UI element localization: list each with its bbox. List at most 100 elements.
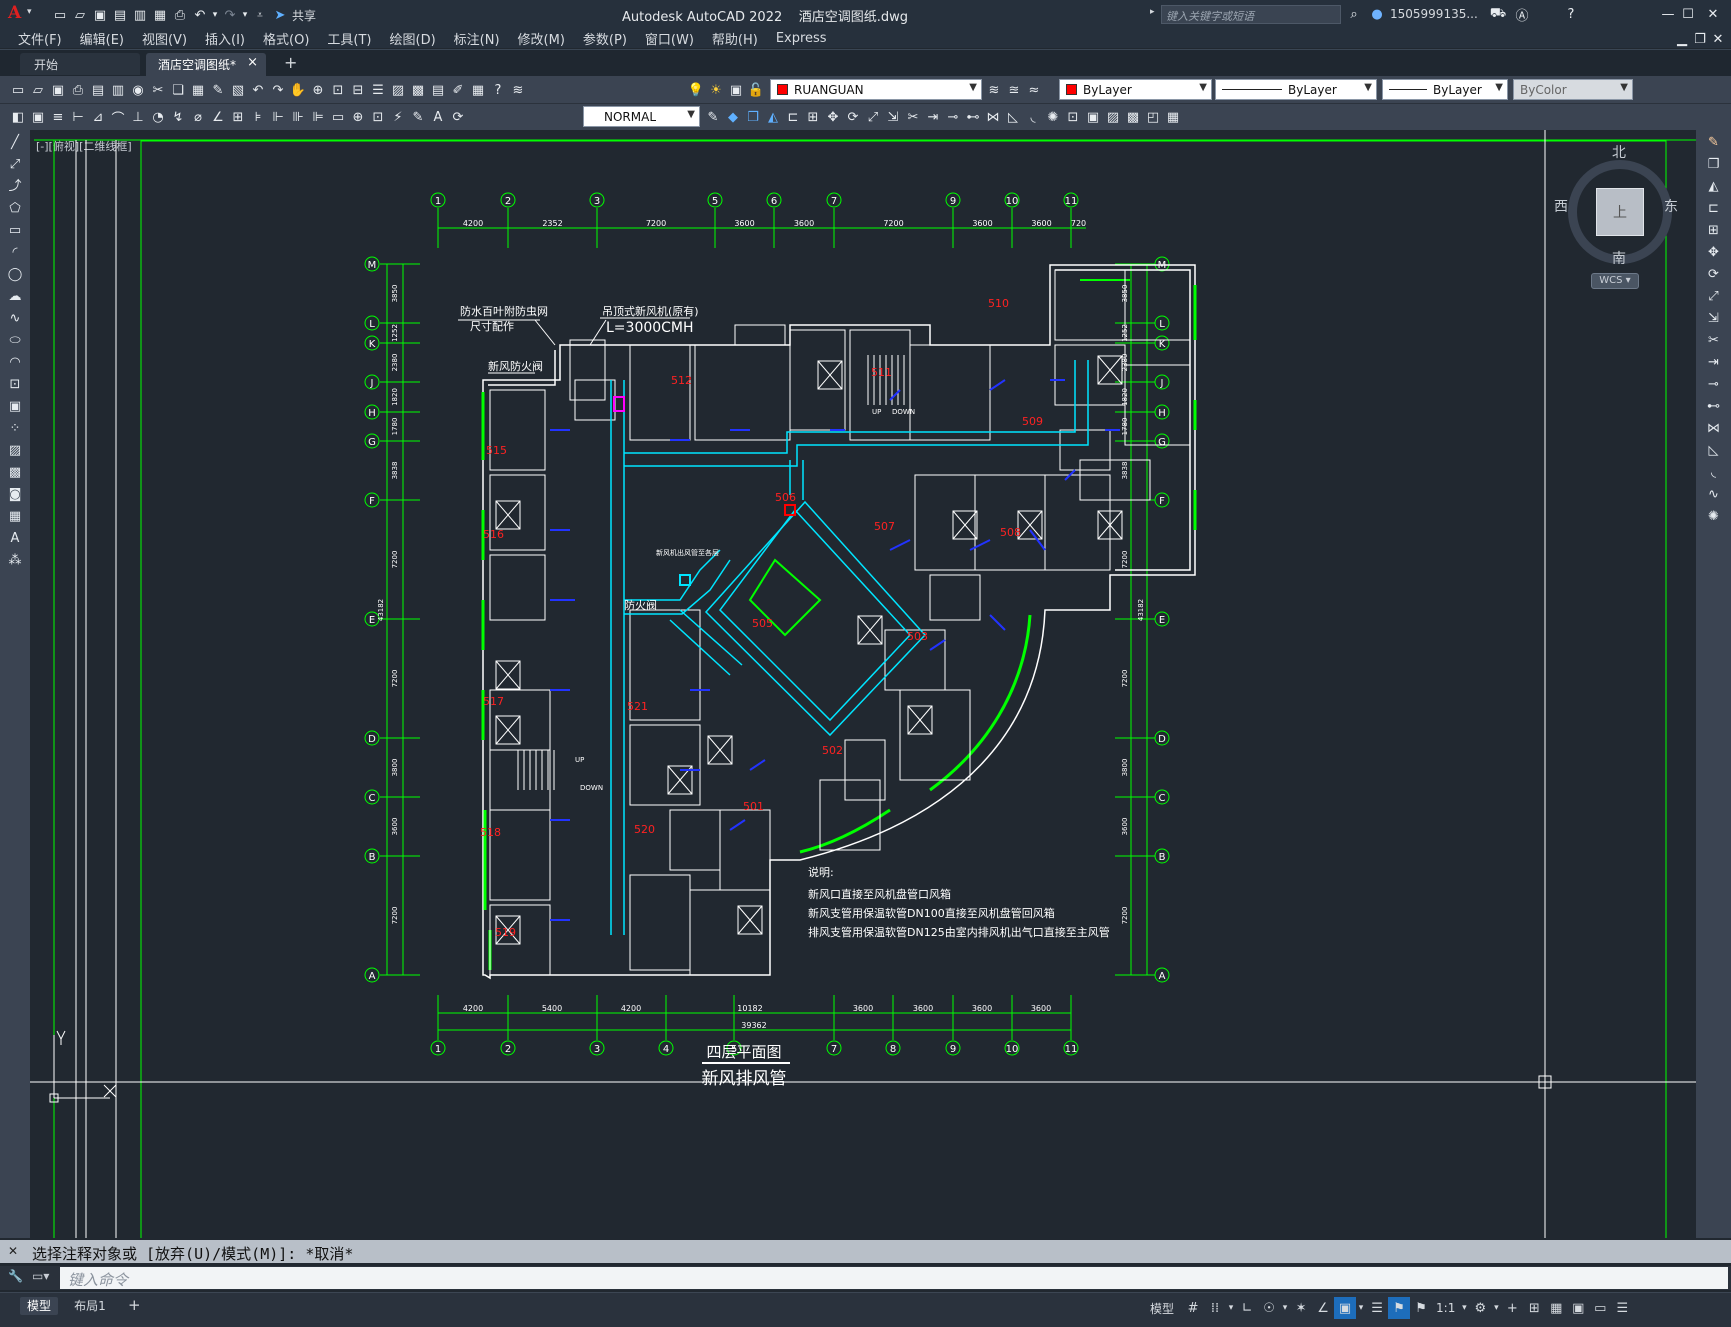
share-button[interactable]: 共享 (292, 7, 316, 24)
command-input-box[interactable]: 键入命令 (60, 1267, 1728, 1289)
dim-continue-icon[interactable]: ⊩ (268, 107, 288, 127)
share-icon[interactable]: ➤ (270, 5, 290, 25)
copy-object-icon[interactable]: ❐ (743, 107, 763, 127)
autoscale-icon[interactable]: ⚑ (1410, 1297, 1432, 1319)
center-mark-icon[interactable]: ⊕ (348, 107, 368, 127)
zoom-realtime-icon[interactable]: ⊕ (308, 80, 328, 100)
osnap-icon[interactable]: ▣ (1334, 1297, 1357, 1319)
menu-insert[interactable]: 插入(I) (205, 29, 245, 48)
new-tab-button[interactable]: + (284, 53, 297, 72)
chamfer-side-icon[interactable]: ◺ (1705, 442, 1723, 460)
layer-freeze-icon[interactable]: ☀ (706, 80, 726, 100)
dim-jogged-icon[interactable]: ↯ (168, 107, 188, 127)
copy-icon[interactable]: ❏ (168, 80, 188, 100)
app-menu-chevron-icon[interactable]: ▾ (27, 7, 32, 17)
compass-east[interactable]: 东 (1664, 196, 1678, 216)
paste-icon[interactable]: ▦ (188, 80, 208, 100)
layout-tab-layout1[interactable]: 布局1 (66, 1297, 114, 1315)
break-point-side-icon[interactable]: ⊸ (1705, 376, 1723, 394)
redo-tool-icon[interactable]: ↷ (268, 80, 288, 100)
table-icon[interactable]: ▦ (1163, 107, 1183, 127)
offset-side-icon[interactable]: ⊏ (1705, 200, 1723, 218)
revcloud-icon[interactable]: ☁ (6, 288, 24, 306)
wcs-dropdown[interactable]: WCS ▾ (1591, 273, 1639, 289)
dimstyle-manager-icon[interactable]: ✎ (703, 107, 723, 127)
maximize-icon[interactable]: ☐ (1678, 4, 1698, 24)
dim-radius-icon[interactable]: ◔ (148, 107, 168, 127)
polar-dropdown-icon[interactable]: ▾ (1280, 1297, 1290, 1319)
dim-aligned-icon[interactable]: ⊿ (88, 107, 108, 127)
add-layout-button[interactable]: + (128, 1296, 141, 1314)
zoom-window-icon[interactable]: ⊡ (328, 80, 348, 100)
quick-dim-icon[interactable]: ⊞ (228, 107, 248, 127)
isodraft-icon[interactable]: ✶ (1290, 1297, 1312, 1319)
stretch-icon[interactable]: ⇲ (883, 107, 903, 127)
tolerance-icon[interactable]: ▭ (328, 107, 348, 127)
help-tool-icon[interactable]: ? (488, 80, 508, 100)
tool-palettes-icon[interactable]: ▩ (408, 80, 428, 100)
lineweight-toggle-icon[interactable]: ☰ (1366, 1297, 1388, 1319)
offset-icon[interactable]: ⊏ (783, 107, 803, 127)
linetype-dropdown[interactable]: ByLayer ▼ (1215, 79, 1377, 100)
move-icon[interactable]: ✥ (823, 107, 843, 127)
ellipse-icon[interactable]: ⬭ (6, 332, 24, 350)
circle-icon[interactable]: ◯ (6, 266, 24, 284)
extend-side-icon[interactable]: ⇥ (1705, 354, 1723, 372)
compass-north[interactable]: 北 (1612, 142, 1626, 162)
group-icon[interactable]: ▣ (28, 107, 48, 127)
doc-restore-icon[interactable]: ❐ (1690, 29, 1710, 49)
history-close-icon[interactable]: ✕ (8, 1244, 18, 1258)
minimize-icon[interactable]: — (1658, 4, 1678, 24)
chamfer-icon[interactable]: ◺ (1003, 107, 1023, 127)
autodesk-app-icon[interactable]: Ⓐ (1512, 4, 1532, 24)
design-center-icon[interactable]: ▨ (388, 80, 408, 100)
dim-update-icon[interactable]: ⟳ (448, 107, 468, 127)
save-icon[interactable]: ▣ (90, 5, 110, 25)
plot-preview-icon[interactable]: ▥ (130, 5, 150, 25)
3dprint-icon[interactable]: ◉ (128, 80, 148, 100)
mirror-icon[interactable]: ◭ (763, 107, 783, 127)
copy-side-icon[interactable]: ❐ (1705, 156, 1723, 174)
make-current-icon[interactable]: ≋ (984, 80, 1004, 100)
table-draw-icon[interactable]: ▦ (6, 508, 24, 526)
dim-arc-icon[interactable]: ⌒ (108, 107, 128, 127)
fullscreen-icon[interactable]: ▭ (1589, 1297, 1611, 1319)
menu-draw[interactable]: 绘图(D) (390, 29, 436, 48)
region-draw-icon[interactable]: ◙ (6, 486, 24, 504)
plot-icon[interactable]: ⎙ (68, 80, 88, 100)
mirror-side-icon[interactable]: ◭ (1705, 178, 1723, 196)
publish-tool-icon[interactable]: ▥ (108, 80, 128, 100)
cut-icon[interactable]: ✂ (148, 80, 168, 100)
join-icon[interactable]: ⋈ (983, 107, 1003, 127)
trim-icon[interactable]: ✂ (903, 107, 923, 127)
polygon-icon[interactable]: ⬠ (6, 200, 24, 218)
layer-vp-icon[interactable]: ▣ (726, 80, 746, 100)
help-icon[interactable]: ? (1561, 4, 1581, 24)
quick-properties-icon[interactable]: ▦ (1545, 1297, 1567, 1319)
layer-properties-icon[interactable]: ≋ (508, 80, 528, 100)
break-point-icon[interactable]: ⊸ (943, 107, 963, 127)
save-tool-icon[interactable]: ▣ (48, 80, 68, 100)
make-block-icon[interactable]: ▣ (1083, 107, 1103, 127)
region-icon[interactable]: ◰ (1143, 107, 1163, 127)
rotate-icon[interactable]: ⟳ (843, 107, 863, 127)
preview-icon[interactable]: ▤ (88, 80, 108, 100)
drawing-canvas[interactable]: [-][俯视][二维线框] 1 4200 2 2352 3 7200 5 360… (30, 130, 1696, 1238)
point-icon[interactable]: ⁘ (6, 420, 24, 438)
customize-qat-icon[interactable]: ⩡ (250, 5, 270, 25)
tab-start[interactable]: 开始 (20, 53, 140, 75)
save-as-icon[interactable]: ▤ (110, 5, 130, 25)
lineweight-dropdown[interactable]: ByLayer ▼ (1382, 79, 1508, 100)
hatch-draw-icon[interactable]: ▨ (6, 442, 24, 460)
layer-lock-icon[interactable]: 🔓 (746, 80, 766, 100)
rectangle-icon[interactable]: ▭ (6, 222, 24, 240)
add-selected-icon[interactable]: ⁂ (6, 552, 24, 570)
menu-format[interactable]: 格式(O) (263, 29, 309, 48)
osnap-dropdown-icon[interactable]: ▾ (1356, 1297, 1366, 1319)
insert-block-draw-icon[interactable]: ⊡ (6, 376, 24, 394)
undo-icon[interactable]: ↶ (190, 5, 210, 25)
viewcube[interactable]: 上 北 南 西 东 (1554, 142, 1678, 267)
layout-tab-model[interactable]: 模型 (20, 1297, 58, 1315)
text-style-icon[interactable]: ≡ (48, 107, 68, 127)
pan-icon[interactable]: ✋ (288, 80, 308, 100)
